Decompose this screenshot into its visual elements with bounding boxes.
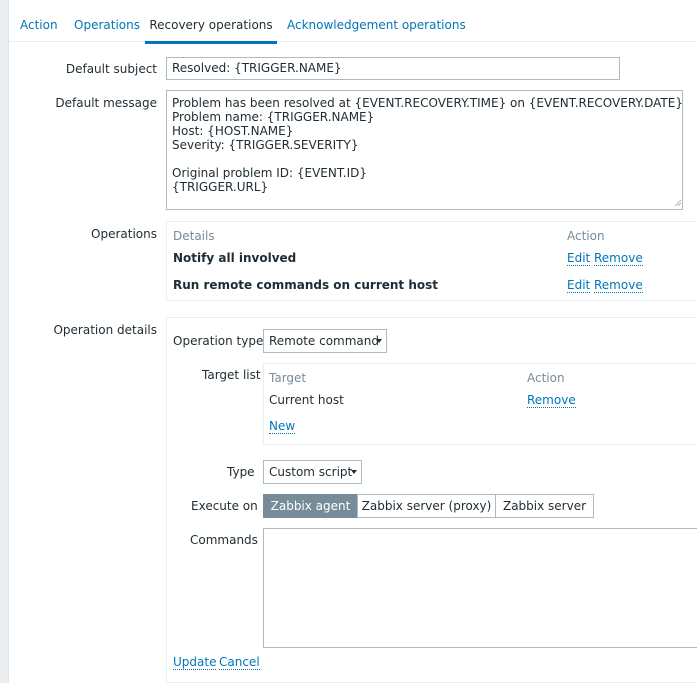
target-list-table: Target Action Current host Remove New xyxy=(263,363,697,445)
execute-on-zabbix-server[interactable]: Zabbix server xyxy=(495,494,594,518)
type-select[interactable]: Custom script xyxy=(263,460,362,484)
operations-col-action: Action xyxy=(567,229,605,243)
type-value: Custom script xyxy=(269,465,353,479)
default-subject-label: Default subject xyxy=(65,62,157,76)
commands-textarea[interactable] xyxy=(263,528,697,648)
update-link[interactable]: Update xyxy=(173,656,217,670)
operations-label: Operations xyxy=(91,227,157,241)
target-new-link[interactable]: New xyxy=(269,420,296,434)
operations-table: Details Action Notify all involved Edit … xyxy=(166,221,697,301)
default-message-label: Default message xyxy=(55,96,157,110)
default-message-textarea[interactable]: Problem has been resolved at {EVENT.RECO… xyxy=(166,90,683,210)
operation-details-label: Operation details xyxy=(53,323,157,337)
tab-bar: Action Operations Recovery operations Ac… xyxy=(9,0,697,44)
operations-col-details: Details xyxy=(173,229,215,243)
tab-recovery-operations[interactable]: Recovery operations xyxy=(145,18,277,44)
action-form: Action Operations Recovery operations Ac… xyxy=(8,0,697,683)
target-col-action: Action xyxy=(527,371,565,385)
tab-acknowledgement-operations[interactable]: Acknowledgement operations xyxy=(287,18,466,41)
resize-handle-icon[interactable] xyxy=(675,200,681,206)
execute-on-zabbix-server-proxy[interactable]: Zabbix server (proxy) xyxy=(357,494,496,518)
operation-row-details: Run remote commands on current host xyxy=(173,278,438,292)
operation-type-value: Remote command xyxy=(269,334,380,348)
target-remove-link[interactable]: Remove xyxy=(527,394,576,408)
target-col-target: Target xyxy=(269,371,307,385)
commands-label: Commands xyxy=(190,533,258,547)
operation-row-details: Notify all involved xyxy=(173,251,297,265)
cancel-link[interactable]: Cancel xyxy=(219,656,260,670)
tab-action[interactable]: Action xyxy=(20,18,58,41)
chevron-down-icon xyxy=(376,339,382,343)
operation-remove-link[interactable]: Remove xyxy=(594,279,643,293)
execute-on-zabbix-agent[interactable]: Zabbix agent xyxy=(263,494,358,518)
operation-edit-link[interactable]: Edit xyxy=(567,252,591,266)
chevron-down-icon xyxy=(351,470,357,474)
target-list-label: Target list xyxy=(202,368,261,382)
target-row-name: Current host xyxy=(269,393,344,407)
tab-operations[interactable]: Operations xyxy=(74,18,140,41)
default-subject-input[interactable]: Resolved: {TRIGGER.NAME} xyxy=(166,57,620,80)
operation-type-label: Operation type xyxy=(173,334,264,348)
operation-remove-link[interactable]: Remove xyxy=(594,252,643,266)
operation-edit-link[interactable]: Edit xyxy=(567,279,591,293)
type-label: Type xyxy=(227,465,255,479)
execute-on-label: Execute on xyxy=(191,499,258,513)
operation-type-select[interactable]: Remote command xyxy=(263,329,387,353)
